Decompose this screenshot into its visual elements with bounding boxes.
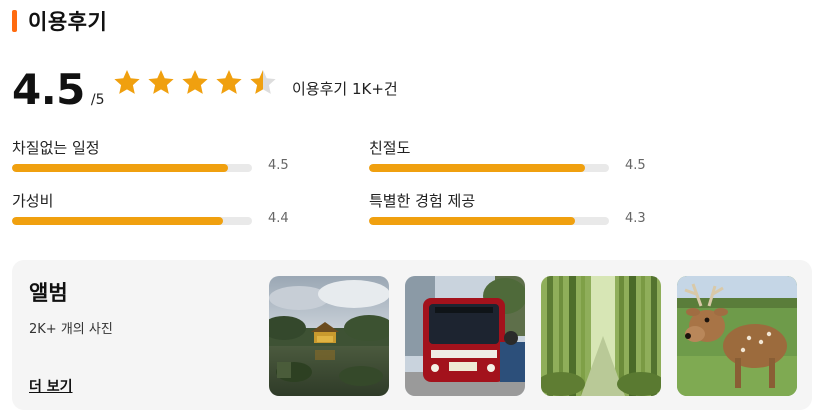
metric-label: 차질없는 일정 [12,139,100,157]
metric-bar-fill [369,217,576,225]
metric-bar [12,164,252,172]
metric-bar-fill [12,217,224,225]
metric-bar-fill [12,164,228,172]
metric-label: 친절도 [369,139,411,157]
album-photo-count: 2K+ 개의 사진 [29,322,113,337]
section-header: 이용후기 [12,8,107,34]
metric-value: 4.5 [268,158,289,173]
score-max: /5 [90,92,105,108]
metric-value: 4.3 [625,211,646,226]
metric-schedule: 차질없는 일정 4.5 [12,137,302,177]
review-section: 이용후기 4.5 /5 이용후기 1K+건 차질없는 일정 4.5 친절도 4.… [0,0,825,418]
star-filled-icon [148,70,174,94]
metric-value: 4.5 [625,158,646,173]
metric-label: 가성비 [12,192,54,210]
album-title: 앨범 [29,281,68,305]
metric-label: 특별한 경험 제공 [369,192,476,210]
album-more-link[interactable]: 더 보기 [29,376,73,396]
red-bus-photo[interactable] [405,276,525,396]
bamboo-forest-photo[interactable] [541,276,661,396]
star-filled-icon [114,70,140,94]
metric-bar [369,164,609,172]
metric-value-for-money: 가성비 4.4 [12,190,302,230]
golden-pavilion-photo[interactable] [269,276,389,396]
star-half-icon [250,70,276,94]
album-card: 앨범 2K+ 개의 사진 더 보기 [12,260,812,410]
metric-value: 4.4 [268,211,289,226]
metric-bar-fill [369,164,585,172]
metric-bar [12,217,252,225]
star-rating [112,68,278,98]
star-filled-icon [216,70,242,94]
review-count[interactable]: 이용후기 1K+건 [292,78,398,99]
metric-special-experience: 특별한 경험 제공 4.3 [369,190,659,230]
section-title: 이용후기 [28,10,108,34]
score-summary: 4.5 /5 이용후기 1K+건 [12,62,398,114]
title-accent-bar [12,10,17,32]
metric-bar [369,217,609,225]
deer-photo[interactable] [677,276,797,396]
star-filled-icon [182,70,208,94]
average-score: 4.5 [12,65,85,114]
metric-kindness: 친절도 4.5 [369,137,659,177]
